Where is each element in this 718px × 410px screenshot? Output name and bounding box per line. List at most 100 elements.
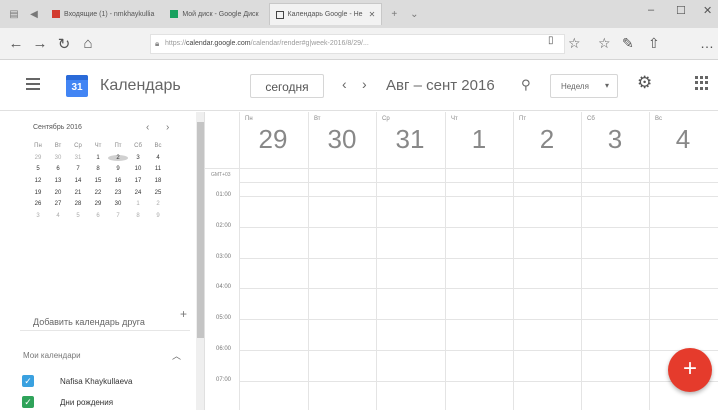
mini-day[interactable]: 2 bbox=[148, 201, 168, 207]
search-icon[interactable]: ⚲ bbox=[521, 77, 531, 93]
day-header-tue[interactable]: Вт 30 bbox=[308, 112, 376, 168]
mini-day[interactable]: 30 bbox=[48, 155, 68, 161]
mini-day[interactable]: 11 bbox=[148, 166, 168, 172]
browser-tab-drive[interactable]: Мой диск - Google Диск bbox=[164, 3, 264, 25]
tab-close-icon[interactable]: ✕ bbox=[369, 10, 376, 19]
mini-day[interactable]: 22 bbox=[88, 190, 108, 196]
mini-day[interactable]: 3 bbox=[128, 155, 148, 161]
day-header-thu[interactable]: Чт 1 bbox=[445, 112, 513, 168]
tab-actions-icon[interactable]: ▤ bbox=[6, 9, 22, 20]
mini-day[interactable]: 14 bbox=[68, 178, 88, 184]
mini-day[interactable]: 1 bbox=[88, 155, 108, 161]
sidebar-scrollbar[interactable] bbox=[196, 112, 205, 410]
mini-day[interactable]: 28 bbox=[68, 201, 88, 207]
close-window-icon[interactable]: ✕ bbox=[703, 4, 712, 17]
mini-day[interactable]: 1 bbox=[128, 201, 148, 207]
mini-day[interactable]: 20 bbox=[48, 190, 68, 196]
next-week-icon[interactable]: › bbox=[362, 76, 367, 92]
mini-day[interactable]: 7 bbox=[68, 166, 88, 172]
favorites-icon[interactable]: ☆ bbox=[598, 35, 611, 52]
new-tab-icon[interactable]: + bbox=[386, 9, 402, 20]
mini-day[interactable]: 31 bbox=[68, 155, 88, 161]
previous-week-icon[interactable]: ‹ bbox=[342, 76, 347, 92]
mini-day[interactable]: 26 bbox=[28, 201, 48, 207]
checkbox-icon[interactable]: ✓ bbox=[22, 375, 34, 387]
mini-day[interactable]: 9 bbox=[148, 213, 168, 219]
day-header-fri[interactable]: Пт 2 bbox=[513, 112, 581, 168]
mini-day[interactable]: 7 bbox=[108, 213, 128, 219]
mini-next-month-icon[interactable]: › bbox=[166, 122, 169, 133]
mini-day[interactable]: 23 bbox=[108, 190, 128, 196]
mini-day[interactable]: 21 bbox=[68, 190, 88, 196]
mini-day[interactable]: 16 bbox=[108, 178, 128, 184]
timezone-label: GMT+03 bbox=[211, 172, 231, 178]
scrollbar-thumb[interactable] bbox=[197, 122, 204, 338]
mini-day[interactable]: 5 bbox=[28, 166, 48, 172]
day-header-sun[interactable]: Вс 4 bbox=[649, 112, 717, 168]
mini-day[interactable]: 10 bbox=[128, 166, 148, 172]
mini-day-selected[interactable]: 2 bbox=[108, 154, 128, 161]
reading-view-icon[interactable]: ▯ bbox=[548, 35, 554, 46]
mini-day[interactable]: 6 bbox=[88, 213, 108, 219]
mini-day[interactable]: 8 bbox=[128, 213, 148, 219]
gmail-favicon-icon bbox=[52, 10, 60, 18]
my-calendars-title[interactable]: Мои календари bbox=[23, 351, 81, 360]
sidebar-divider bbox=[20, 330, 190, 331]
mini-day[interactable]: 19 bbox=[28, 190, 48, 196]
time-label: 05:00 bbox=[216, 315, 232, 321]
mini-prev-month-icon[interactable]: ‹ bbox=[146, 122, 149, 133]
share-icon[interactable]: ⇧ bbox=[648, 35, 660, 52]
add-calendar-plus-icon[interactable]: + bbox=[180, 307, 187, 321]
today-button[interactable]: сегодня bbox=[250, 74, 324, 98]
mini-day[interactable]: 8 bbox=[88, 166, 108, 172]
grid-column-line bbox=[445, 112, 446, 410]
mini-day[interactable]: 4 bbox=[48, 213, 68, 219]
mini-day[interactable]: 30 bbox=[108, 201, 128, 207]
mini-day[interactable]: 13 bbox=[48, 178, 68, 184]
time-label: 02:00 bbox=[216, 223, 232, 229]
day-name: Чт bbox=[451, 116, 458, 122]
add-friend-calendar-field[interactable]: Добавить календарь друга bbox=[33, 317, 145, 327]
back-arrow-icon[interactable]: ← bbox=[4, 35, 28, 52]
tab-back-icon[interactable]: ◀ bbox=[26, 9, 42, 20]
mini-day[interactable]: 9 bbox=[108, 166, 128, 172]
checkbox-icon[interactable]: ✓ bbox=[22, 396, 34, 408]
calendar-item-birthdays[interactable]: ✓ Дни рождения bbox=[22, 395, 113, 409]
more-icon[interactable]: … bbox=[700, 35, 714, 51]
browser-tab-gmail[interactable]: Входящие (1) - nmkhaykullia bbox=[46, 3, 160, 25]
calendar-item-personal[interactable]: ✓ Nafisa Khaykullaeva bbox=[22, 374, 132, 388]
apps-grid-icon[interactable] bbox=[695, 76, 709, 90]
mini-day[interactable]: 3 bbox=[28, 213, 48, 219]
mini-day[interactable]: 29 bbox=[88, 201, 108, 207]
notes-pen-icon[interactable]: ✎ bbox=[622, 35, 634, 52]
mini-day[interactable]: 5 bbox=[68, 213, 88, 219]
mini-day[interactable]: 24 bbox=[128, 190, 148, 196]
tab-list-chevron-icon[interactable]: ⌄ bbox=[406, 9, 422, 20]
hamburger-menu-icon[interactable] bbox=[26, 78, 40, 93]
day-header-wed[interactable]: Ср 31 bbox=[376, 112, 444, 168]
view-dropdown[interactable]: Неделя ▾ bbox=[550, 74, 618, 98]
mini-day[interactable]: 27 bbox=[48, 201, 68, 207]
create-event-button[interactable]: + bbox=[668, 348, 712, 392]
mini-day[interactable]: 17 bbox=[128, 178, 148, 184]
day-header-sat[interactable]: Сб 3 bbox=[581, 112, 649, 168]
collapse-chevron-icon[interactable]: ︿ bbox=[172, 349, 181, 362]
day-header-mon[interactable]: Пн 29 bbox=[239, 112, 307, 168]
refresh-icon[interactable]: ↻ bbox=[52, 35, 76, 53]
mini-day[interactable]: 6 bbox=[48, 166, 68, 172]
browser-tab-calendar[interactable]: Календарь Google - Не ✕ bbox=[268, 3, 383, 25]
minimize-icon[interactable]: – bbox=[648, 4, 654, 16]
mini-day[interactable]: 25 bbox=[148, 190, 168, 196]
mini-day[interactable]: 15 bbox=[88, 178, 108, 184]
maximize-icon[interactable]: ☐ bbox=[676, 4, 686, 17]
mini-day[interactable]: 4 bbox=[148, 155, 168, 161]
mini-day[interactable]: 12 bbox=[28, 178, 48, 184]
forward-arrow-icon[interactable]: → bbox=[28, 35, 52, 52]
mini-weekday: Чт bbox=[94, 142, 102, 149]
mini-day[interactable]: 29 bbox=[28, 155, 48, 161]
home-icon[interactable]: ⌂ bbox=[76, 35, 100, 52]
settings-gear-icon[interactable]: ⚙ bbox=[637, 73, 652, 93]
url-field[interactable]: 🔒︎ https://calendar.google.com/calendar/… bbox=[150, 34, 565, 54]
bookmark-star-icon[interactable]: ☆ bbox=[568, 35, 581, 52]
mini-day[interactable]: 18 bbox=[148, 178, 168, 184]
